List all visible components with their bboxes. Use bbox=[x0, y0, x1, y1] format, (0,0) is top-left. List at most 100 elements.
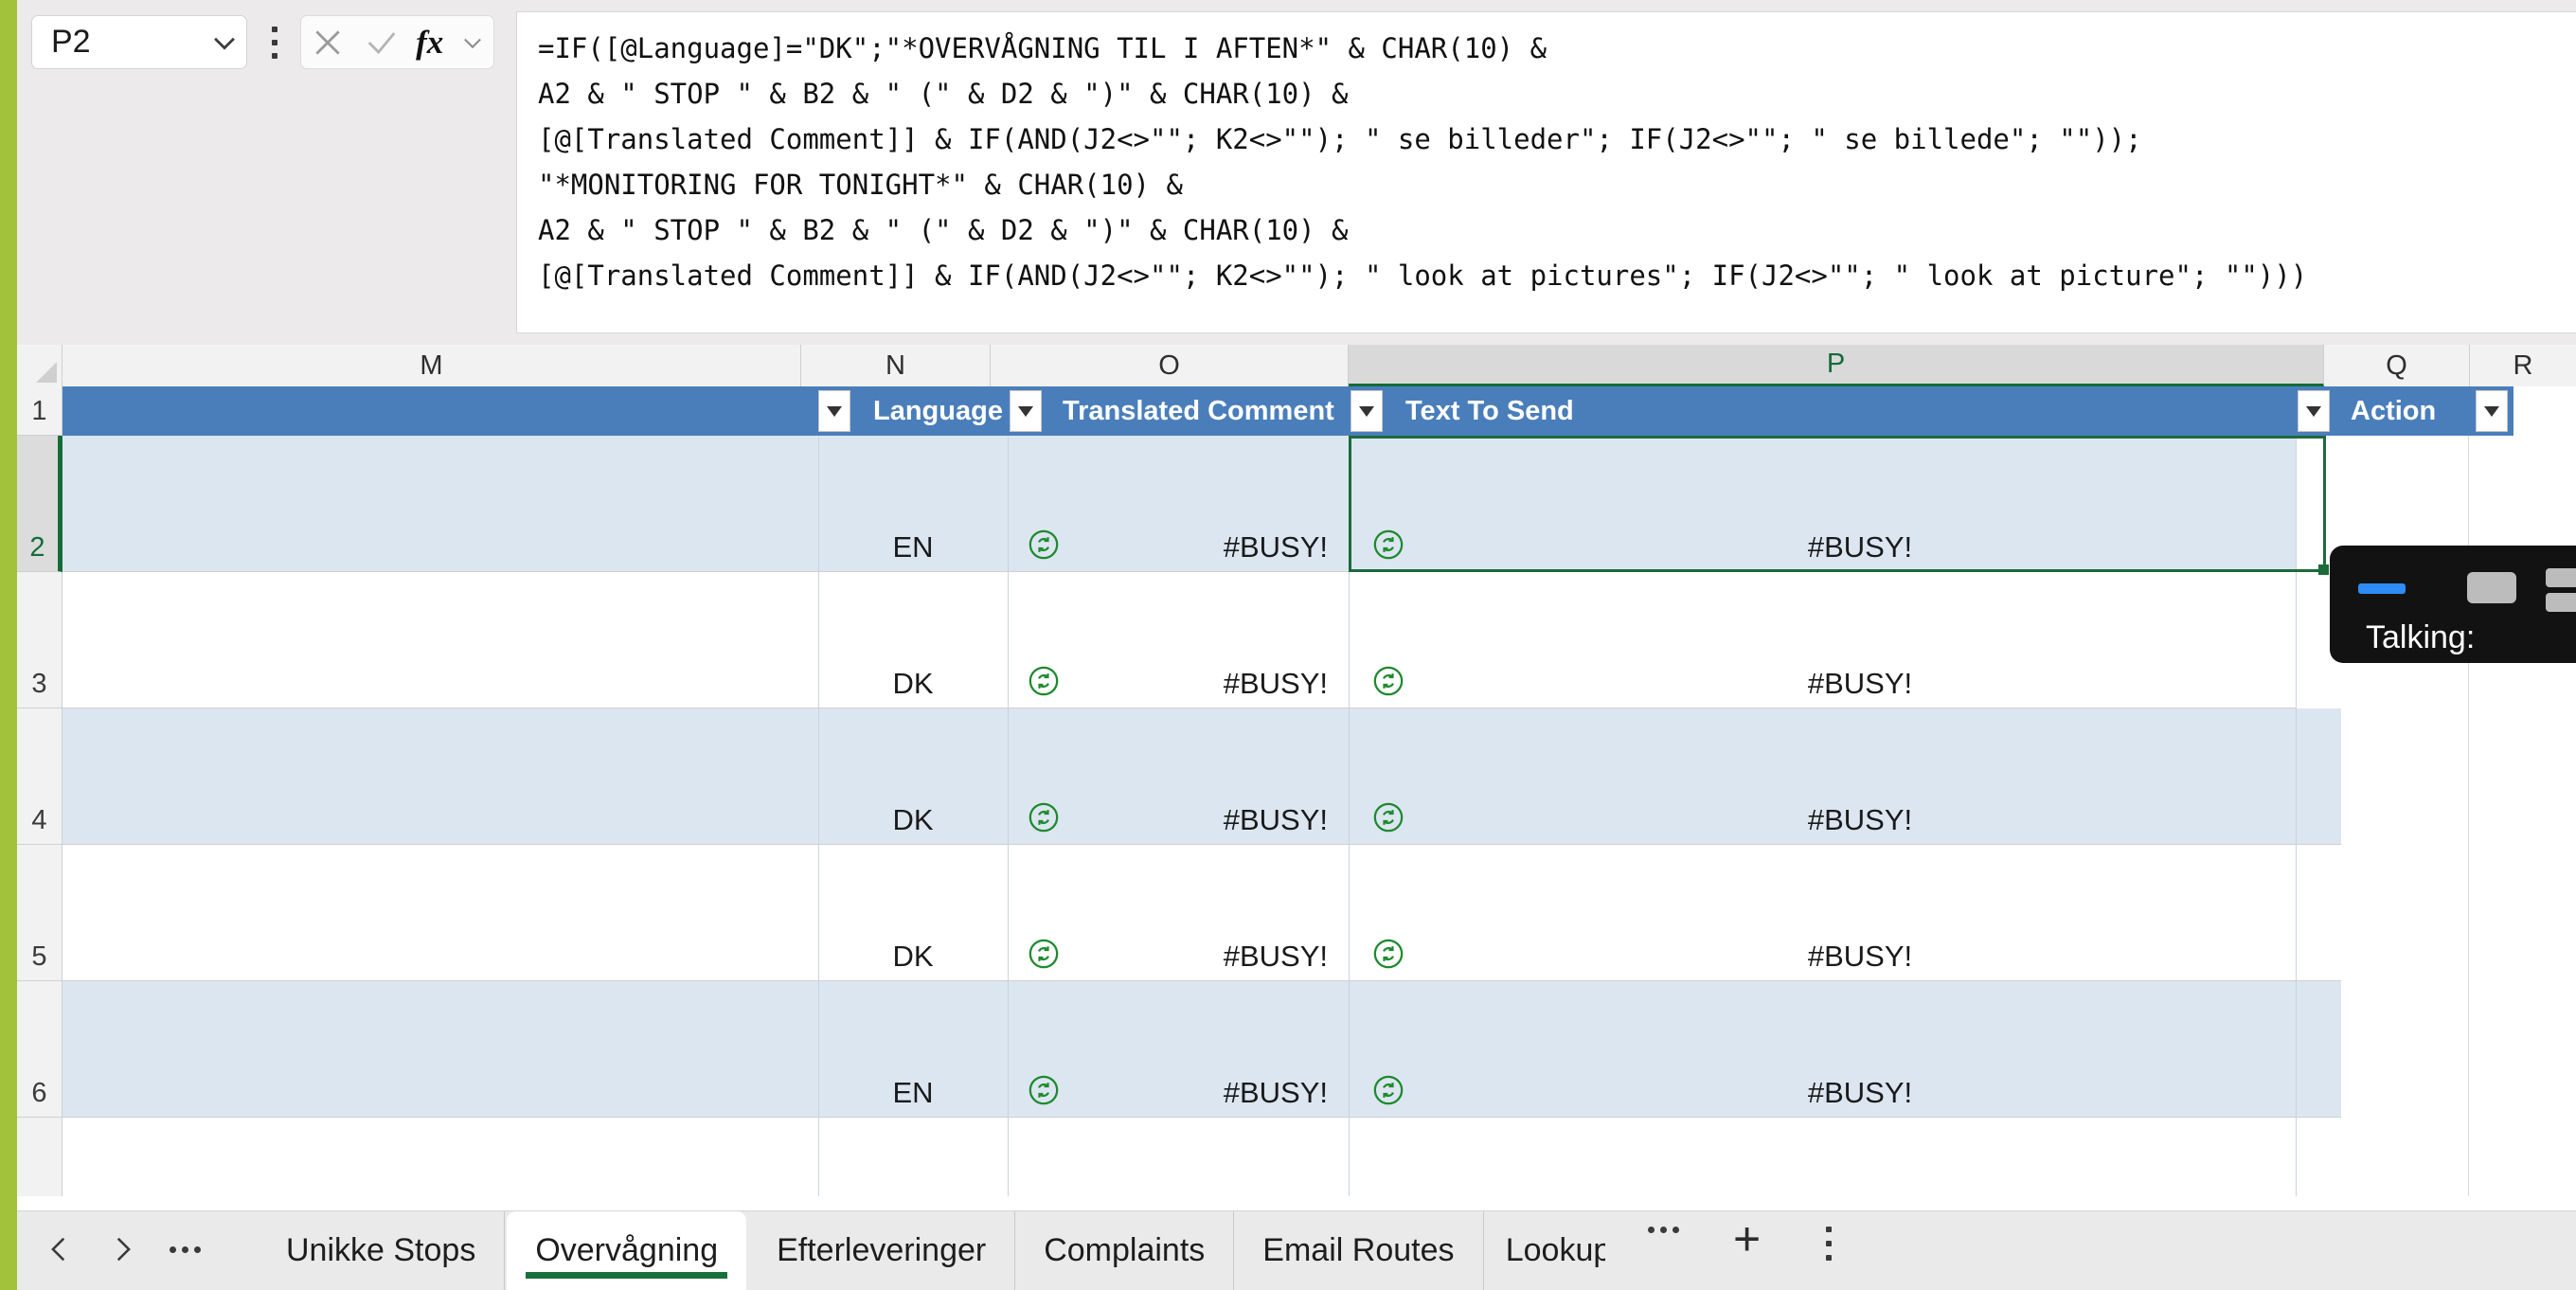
share-widget-controls bbox=[2330, 568, 2576, 612]
refresh-circular-icon bbox=[1372, 938, 1404, 970]
refresh-circular-icon bbox=[1372, 801, 1404, 833]
grid-line bbox=[1349, 436, 1350, 1196]
confirm-check-icon[interactable] bbox=[363, 24, 401, 62]
sheet-tab-complaints[interactable]: Complaints bbox=[1015, 1211, 1235, 1290]
cell-O2-refresh[interactable] bbox=[1008, 436, 1080, 572]
row-header-7[interactable] bbox=[17, 1118, 63, 1196]
chevron-down-icon[interactable] bbox=[459, 29, 486, 56]
fill-handle[interactable] bbox=[2318, 564, 2329, 575]
cell-P2-refresh[interactable] bbox=[1352, 436, 1424, 572]
cell-O5-refresh[interactable] bbox=[1008, 845, 1080, 981]
cell-P4[interactable]: #BUSY! bbox=[1424, 708, 2296, 845]
row-header-5[interactable]: 5 bbox=[17, 845, 63, 981]
formula-action-group: fx bbox=[300, 15, 494, 69]
spreadsheet-grid[interactable]: 1 2 3 4 5 6 Language Translated Comment bbox=[17, 386, 2576, 1196]
chevron-left-icon[interactable] bbox=[28, 1223, 91, 1276]
cell-O4-refresh[interactable] bbox=[1008, 708, 1080, 845]
cell-O2[interactable]: #BUSY! bbox=[1080, 436, 1349, 572]
formula-line: A2 & " STOP " & B2 & " (" & D2 & ")" & C… bbox=[538, 214, 1349, 246]
cell-N5[interactable]: DK bbox=[818, 845, 1008, 981]
sheet-tab-efterleveringer[interactable]: Efterleveringer bbox=[748, 1211, 1016, 1290]
table-header-row: Language Translated Comment Text To Send… bbox=[63, 386, 2576, 436]
column-header-P[interactable]: P bbox=[1349, 345, 2324, 386]
tabbar-divider bbox=[17, 1196, 2576, 1211]
refresh-circular-icon bbox=[1372, 665, 1404, 697]
cell-P5[interactable]: #BUSY! bbox=[1424, 845, 2296, 981]
cell-O3-refresh[interactable] bbox=[1008, 572, 1080, 708]
formula-line: =IF([@Language]="DK";"*OVERVÅGNING TIL I… bbox=[538, 32, 1547, 64]
table-header-translated-comment[interactable]: Translated Comment bbox=[1053, 386, 1394, 436]
cell-P4-refresh[interactable] bbox=[1352, 708, 1424, 845]
formula-line: [@[Translated Comment]] & IF(AND(J2<>"";… bbox=[538, 260, 2308, 292]
sheet-tab-email-routes[interactable]: Email Routes bbox=[1234, 1211, 1484, 1290]
column-header-N[interactable]: N bbox=[801, 345, 991, 386]
cell-P3[interactable]: #BUSY! bbox=[1424, 572, 2296, 708]
cell-P3-refresh[interactable] bbox=[1352, 572, 1424, 708]
refresh-circular-icon bbox=[1028, 665, 1060, 697]
cancel-x-icon[interactable] bbox=[309, 24, 347, 62]
formula-line: A2 & " STOP " & B2 & " (" & D2 & ")" & C… bbox=[538, 78, 1349, 110]
table-header-M[interactable] bbox=[63, 386, 864, 436]
app-accent-strip bbox=[0, 0, 17, 1290]
ellipsis-icon[interactable] bbox=[153, 1223, 216, 1276]
sheet-tab-lookup[interactable]: Lookup bbox=[1484, 1211, 1605, 1290]
add-sheet-icon[interactable]: + bbox=[1733, 1215, 1761, 1263]
name-box[interactable]: P2 bbox=[31, 15, 247, 69]
cell-N6[interactable]: EN bbox=[818, 981, 1008, 1118]
talking-label: Talking: bbox=[2366, 619, 2476, 655]
cell-N4[interactable]: DK bbox=[818, 708, 1008, 845]
row-header-6[interactable]: 6 bbox=[17, 981, 63, 1118]
row-header-4[interactable]: 4 bbox=[17, 708, 63, 845]
cell-P2[interactable]: #BUSY! bbox=[1424, 436, 2296, 572]
column-header-O[interactable]: O bbox=[991, 345, 1349, 386]
sheet-tab-unikke-stops[interactable]: Unikke Stops bbox=[258, 1211, 506, 1290]
table-row[interactable] bbox=[63, 1118, 2341, 1196]
excel-window: P2 fx =IF([@Language]="DK";"*OVERVÅGNING… bbox=[0, 0, 2576, 1290]
row-header-1[interactable]: 1 bbox=[17, 386, 63, 436]
filter-dropdown-icon-P[interactable] bbox=[2298, 390, 2330, 432]
formula-input[interactable]: =IF([@Language]="DK";"*OVERVÅGNING TIL I… bbox=[516, 11, 2576, 333]
refresh-circular-icon bbox=[1028, 801, 1060, 833]
chevron-right-icon[interactable] bbox=[91, 1223, 153, 1276]
participants-list-icon[interactable] bbox=[2546, 568, 2576, 618]
select-all-corner[interactable] bbox=[17, 345, 63, 386]
sheet-options-kebab-icon[interactable] bbox=[1823, 1227, 1834, 1261]
table-header-text-to-send[interactable]: Text To Send bbox=[1394, 386, 2341, 436]
grid-line bbox=[2296, 436, 2297, 1196]
formula-bar-region: P2 fx =IF([@Language]="DK";"*OVERVÅGNING… bbox=[0, 0, 2576, 345]
cell-O4[interactable]: #BUSY! bbox=[1080, 708, 1349, 845]
filter-dropdown-icon-O[interactable] bbox=[1351, 390, 1383, 432]
cell-N2[interactable]: EN bbox=[818, 436, 1008, 572]
cell-P5-refresh[interactable] bbox=[1352, 845, 1424, 981]
cell-N3[interactable]: DK bbox=[818, 572, 1008, 708]
fx-insert-function-icon[interactable]: fx bbox=[416, 24, 443, 62]
refresh-circular-icon bbox=[1372, 529, 1404, 561]
cell-O5[interactable]: #BUSY! bbox=[1080, 845, 1349, 981]
row-header-2[interactable]: 2 bbox=[17, 436, 63, 572]
cell-P6-refresh[interactable] bbox=[1352, 981, 1424, 1118]
refresh-circular-icon bbox=[1372, 1074, 1404, 1106]
minimize-dash-icon[interactable] bbox=[2358, 583, 2406, 594]
cell-O6-refresh[interactable] bbox=[1008, 981, 1080, 1118]
formula-line: [@[Translated Comment]] & IF(AND(J2<>"";… bbox=[538, 123, 2142, 155]
refresh-circular-icon bbox=[1028, 529, 1060, 561]
sheet-tab-overvagning[interactable]: Overvågning bbox=[507, 1211, 747, 1290]
sheet-nav-buttons bbox=[28, 1223, 216, 1276]
column-header-M[interactable]: M bbox=[63, 345, 801, 386]
cell-P6[interactable]: #BUSY! bbox=[1424, 981, 2296, 1118]
kebab-menu-icon[interactable] bbox=[268, 27, 281, 59]
filter-dropdown-icon-Q[interactable] bbox=[2476, 390, 2508, 432]
column-header-Q[interactable]: Q bbox=[2324, 345, 2470, 386]
cell-O3[interactable]: #BUSY! bbox=[1080, 572, 1349, 708]
cell-O6[interactable]: #BUSY! bbox=[1080, 981, 1349, 1118]
chevron-down-icon[interactable] bbox=[203, 27, 246, 59]
screen-share-icon[interactable] bbox=[2467, 572, 2516, 603]
refresh-circular-icon bbox=[1028, 1074, 1060, 1106]
column-header-R[interactable]: R bbox=[2470, 345, 2576, 386]
screen-share-widget[interactable]: Talking: bbox=[2330, 546, 2576, 663]
sheet-overflow-ellipsis-icon[interactable] bbox=[1648, 1227, 1679, 1233]
filter-dropdown-icon-N[interactable] bbox=[1010, 390, 1042, 432]
name-box-value: P2 bbox=[51, 24, 91, 60]
row-header-3[interactable]: 3 bbox=[17, 572, 63, 708]
filter-dropdown-icon-M[interactable] bbox=[818, 390, 850, 432]
